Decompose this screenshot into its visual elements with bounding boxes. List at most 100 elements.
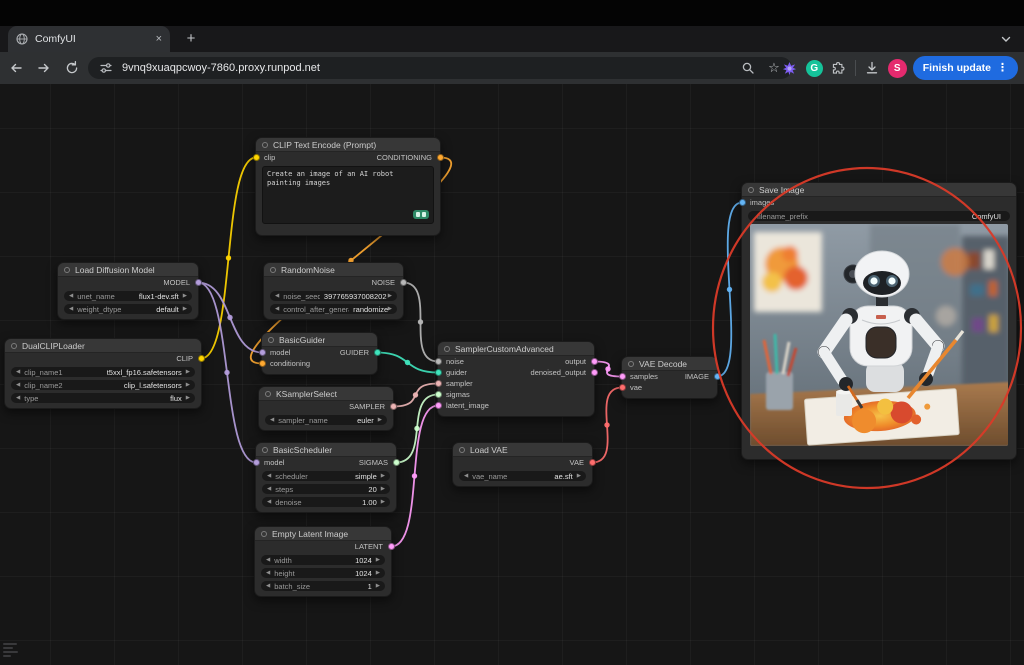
widget-weight_dtype[interactable]: ◀ weight_dtype default ▶ (64, 304, 192, 314)
widget-decrement-icon[interactable]: ◀ (16, 369, 20, 375)
output-slot-SIGMAS-dot[interactable] (392, 459, 400, 466)
reload-button[interactable] (60, 56, 84, 80)
extension-flower-icon[interactable] (780, 58, 800, 78)
output-slot-VAE-dot[interactable] (588, 459, 596, 466)
input-slot-samples-dot[interactable] (618, 373, 626, 380)
output-slot-GUIDER-dot[interactable] (373, 349, 381, 356)
url-text[interactable]: 9vnq9xuaqpcwoy-7860.proxy.runpod.net (122, 62, 740, 74)
input-slot-conditioning-dot[interactable] (258, 360, 266, 367)
widget-control_after_generate[interactable]: ◀ control_after_generate randomize▶ (270, 304, 397, 314)
output-slot-denoised_output-dot[interactable] (590, 369, 598, 376)
browser-tab-comfyui[interactable]: ComfyUI × (8, 26, 170, 52)
widget-increment-icon[interactable]: ▶ (381, 473, 385, 479)
node-basic-guider[interactable]: BasicGuider model GUIDER conditioning (258, 332, 381, 375)
tab-list-chevron-icon[interactable] (998, 31, 1014, 47)
tab-close-icon[interactable]: × (156, 33, 162, 45)
widget-increment-icon[interactable]: ▶ (186, 382, 190, 388)
node-dual-clip-loader[interactable]: DualCLIPLoader CLIP ◀ clip_name1 t5xxl_fp16.… (4, 338, 205, 409)
input-slot-vae-dot[interactable] (618, 384, 626, 391)
output-slot-CONDITIONING-dot[interactable] (436, 154, 444, 161)
widget-sampler_name[interactable]: ◀ sampler_name euler ▶ (265, 415, 387, 425)
output-slot-CLIP-dot[interactable] (197, 355, 205, 362)
node-collapse-dot[interactable] (11, 342, 17, 349)
widget-value[interactable]: ae.sft (554, 472, 576, 481)
output-slot-IMAGE-dot[interactable] (713, 373, 721, 380)
widget-increment-icon[interactable]: ▶ (183, 306, 187, 312)
node-vae-decode[interactable]: VAE Decode samples IMAGE vae (618, 356, 721, 399)
widget-scheduler[interactable]: ◀ scheduler simple ▶ (262, 471, 390, 481)
input-slot-model-dot[interactable] (258, 349, 266, 356)
grammarly-icon[interactable]: G (805, 59, 823, 77)
widget-increment-icon[interactable]: ▶ (376, 583, 380, 589)
input-slot-guider-dot[interactable] (434, 369, 442, 376)
widget-denoise[interactable]: ◀ denoise 1.00 ▶ (262, 497, 390, 507)
widget-increment-icon[interactable]: ▶ (378, 417, 382, 423)
node-load-diffusion-model[interactable]: Load Diffusion Model MODEL ◀ unet_name flux1… (57, 262, 202, 320)
node-collapse-dot[interactable] (261, 530, 267, 537)
node-clip-text-encode[interactable]: CLIP Text Encode (Prompt) clip CONDITIONIN… (252, 137, 444, 236)
node-collapse-dot[interactable] (262, 141, 268, 148)
node-collapse-dot[interactable] (64, 266, 70, 273)
node-collapse-dot[interactable] (459, 446, 465, 453)
widget-batch_size[interactable]: ◀ batch_size 1 ▶ (261, 581, 385, 591)
search-icon[interactable] (740, 60, 756, 76)
widget-decrement-icon[interactable]: ◀ (266, 557, 270, 563)
widget-value[interactable]: default (156, 305, 183, 314)
node-load-vae[interactable]: Load VAE VAE ◀ vae_name ae.sft ▶ (452, 442, 596, 487)
new-tab-button[interactable]: + (182, 30, 200, 48)
widget-increment-icon[interactable]: ▶ (376, 557, 380, 563)
output-slot-MODEL-dot[interactable] (194, 279, 202, 286)
widget-clip_name2[interactable]: ◀ clip_name2 clip_l.safetensors ▶ (11, 380, 195, 390)
widget-value[interactable]: 1 (368, 582, 376, 591)
widget-value[interactable]: 1.00 (362, 498, 381, 507)
widget-height[interactable]: ◀ height 1024 ▶ (261, 568, 385, 578)
comfyui-graph-canvas[interactable]: CLIP Text Encode (Prompt) clip CONDITIONIN… (0, 84, 1024, 665)
node-collapse-dot[interactable] (262, 446, 268, 453)
widget-unet_name[interactable]: ◀ unet_name flux1-dev.sft ▶ (64, 291, 192, 301)
widget-value[interactable]: 20 (368, 485, 380, 494)
widget-decrement-icon[interactable]: ◀ (267, 473, 271, 479)
widget-decrement-icon[interactable]: ◀ (267, 486, 271, 492)
prompt-textarea[interactable]: Create an image of an AI robot painting … (262, 166, 434, 224)
widget-increment-icon[interactable]: ▶ (376, 570, 380, 576)
browser-menu-dots-icon[interactable]: ⋮ (997, 62, 1008, 74)
widget-value[interactable]: flux (170, 394, 186, 403)
widget-value[interactable]: t5xxl_fp16.safetensors (107, 368, 186, 377)
widget-value[interactable]: flux1-dev.sft (139, 292, 183, 301)
widget-value[interactable]: 1024 (355, 556, 376, 565)
widget-value[interactable]: clip_l.safetensors (124, 381, 186, 390)
widget-decrement-icon[interactable]: ◀ (69, 293, 73, 299)
input-slot-sampler-dot[interactable] (434, 380, 442, 387)
widget-value[interactable]: 397765937008202 (324, 292, 388, 301)
widget-clip_name1[interactable]: ◀ clip_name1 t5xxl_fp16.safetensors ▶ (11, 367, 195, 377)
widget-increment-icon[interactable]: ▶ (388, 306, 392, 312)
widget-vae_name[interactable]: ◀ vae_name ae.sft ▶ (459, 471, 586, 481)
output-slot-LATENT-dot[interactable] (387, 543, 395, 550)
widget-decrement-icon[interactable]: ◀ (266, 583, 270, 589)
forward-button[interactable] (32, 56, 56, 80)
widget-decrement-icon[interactable]: ◀ (275, 293, 279, 299)
profile-avatar[interactable]: S (887, 58, 907, 78)
widget-decrement-icon[interactable]: ◀ (266, 570, 270, 576)
widget-decrement-icon[interactable]: ◀ (270, 417, 274, 423)
widget-decrement-icon[interactable]: ◀ (464, 473, 468, 479)
widget-increment-icon[interactable]: ▶ (183, 293, 187, 299)
url-bar[interactable]: 9vnq9xuaqpcwoy-7860.proxy.runpod.net ☆ (88, 57, 792, 79)
node-sampler-custom[interactable]: SamplerCustomAdvanced noise output guider de… (434, 341, 598, 417)
widget-value[interactable]: randomize (353, 305, 388, 314)
node-collapse-dot[interactable] (628, 360, 634, 367)
widget-increment-icon[interactable]: ▶ (381, 486, 385, 492)
textarea-translate-badge-icon[interactable] (413, 210, 429, 219)
site-settings-icon[interactable] (98, 60, 114, 76)
widget-noise_seed[interactable]: ◀ noise_seed 397765937008202 ▶ (270, 291, 397, 301)
node-collapse-dot[interactable] (444, 345, 450, 352)
widget-filename_prefix[interactable]: filename_prefix ComfyUI (748, 211, 1010, 221)
widget-value[interactable]: simple (355, 472, 381, 481)
widget-value[interactable]: euler (357, 416, 378, 425)
generated-image-preview[interactable] (750, 224, 1008, 446)
input-slot-latent_image-dot[interactable] (434, 402, 442, 409)
widget-value[interactable]: ComfyUI (972, 212, 1005, 221)
input-slot-images-dot[interactable] (738, 199, 746, 206)
input-slot-clip-dot[interactable] (252, 154, 260, 161)
widget-increment-icon[interactable]: ▶ (186, 369, 190, 375)
